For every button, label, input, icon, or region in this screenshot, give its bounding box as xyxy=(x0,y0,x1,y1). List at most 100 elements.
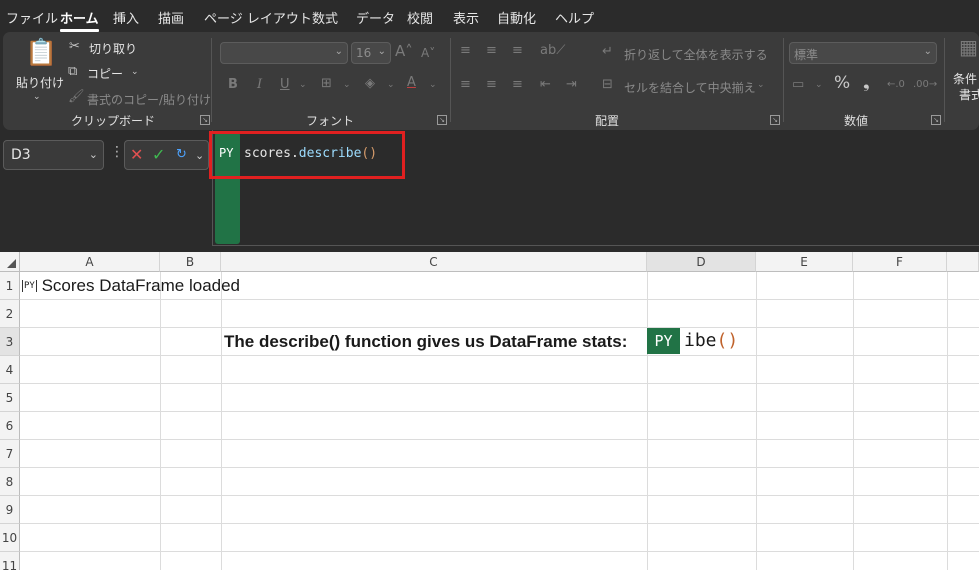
name-box[interactable]: D3 ⌄ xyxy=(3,140,104,170)
python-output-icon[interactable]: ↻ xyxy=(176,147,187,162)
row-header-11[interactable]: 11 xyxy=(0,552,20,570)
font-dialog-launcher-icon[interactable]: ↘ xyxy=(437,115,447,125)
font-name-combo[interactable]: ⌄ xyxy=(220,42,348,64)
row-header-8[interactable]: 8 xyxy=(0,468,20,496)
conditional-formatting-label-2[interactable]: 書式 xyxy=(959,86,979,103)
row-header-2[interactable]: 2 xyxy=(0,300,20,328)
borders-chevron-icon[interactable]: ⌄ xyxy=(343,78,351,92)
row-header-3[interactable]: 3 xyxy=(0,328,20,356)
python-cell-icon: PY xyxy=(22,280,37,292)
copy-button[interactable]: コピー xyxy=(87,65,123,82)
fill-chevron-icon[interactable]: ⌄ xyxy=(387,78,395,92)
decrease-indent-icon[interactable]: ⇤ xyxy=(540,78,551,92)
tab-review[interactable]: 校閲 xyxy=(407,8,433,27)
decrease-decimal-icon[interactable]: .00→ xyxy=(913,78,937,92)
tab-insert[interactable]: 挿入 xyxy=(113,8,139,27)
merge-chevron-icon[interactable]: ⌄ xyxy=(757,78,765,92)
paste-button[interactable]: 貼り付け xyxy=(16,74,64,91)
row-header-9[interactable]: 9 xyxy=(0,496,20,524)
cell-d3-text: ibe xyxy=(684,330,717,351)
cell-d3-edit-text[interactable]: ibe() xyxy=(684,330,738,351)
orientation-icon[interactable]: ab⟋ xyxy=(540,44,565,58)
merge-center-button[interactable]: セルを結合して中央揃え xyxy=(624,79,756,96)
number-format-value: 標準 xyxy=(794,48,819,62)
font-size-combo[interactable]: 16 ⌄ xyxy=(351,42,391,64)
underline-button[interactable]: U xyxy=(280,78,290,92)
group-divider xyxy=(450,38,451,122)
column-header-f[interactable]: F xyxy=(853,252,947,272)
copy-chevron-icon[interactable]: ⌄ xyxy=(131,65,139,79)
comma-button[interactable]: ❟ xyxy=(863,75,870,92)
format-painter-button[interactable]: 書式のコピー/貼り付け xyxy=(87,91,211,108)
cell-a1-text: Scores DataFrame loaded xyxy=(41,276,241,295)
cut-button[interactable]: 切り取り xyxy=(89,40,137,57)
column-header-c[interactable]: C xyxy=(221,252,647,272)
align-center-icon[interactable]: ≡ xyxy=(486,78,497,92)
alignment-dialog-launcher-icon[interactable]: ↘ xyxy=(770,115,780,125)
column-header-g[interactable] xyxy=(947,252,979,272)
ribbon: 📋 貼り付け ⌄ ✂ 切り取り ⧉ コピー ⌄ 🖌 書式のコピー/貼り付け クリ… xyxy=(3,32,979,130)
row-header-5[interactable]: 5 xyxy=(0,384,20,412)
tab-home[interactable]: ホーム xyxy=(60,8,99,32)
currency-icon[interactable]: ▭ xyxy=(792,78,804,92)
tab-automate[interactable]: 自動化 xyxy=(497,8,536,27)
increase-font-icon[interactable]: A˄ xyxy=(395,44,413,59)
enter-icon[interactable]: ✓ xyxy=(152,145,165,164)
align-left-icon[interactable]: ≡ xyxy=(460,78,471,92)
tab-view[interactable]: 表示 xyxy=(453,8,479,27)
italic-button[interactable]: I xyxy=(257,78,262,92)
borders-icon[interactable]: ⊞ xyxy=(321,77,332,91)
clipboard-dialog-launcher-icon[interactable]: ↘ xyxy=(200,115,210,125)
tab-draw[interactable]: 描画 xyxy=(158,8,184,27)
conditional-formatting-label-1[interactable]: 条件 xyxy=(953,70,977,87)
fill-color-icon[interactable]: ◈ xyxy=(365,77,375,91)
cell-a1[interactable]: PY Scores DataFrame loaded xyxy=(22,276,240,296)
align-right-icon[interactable]: ≡ xyxy=(512,78,523,92)
cancel-icon[interactable]: ✕ xyxy=(130,145,143,164)
percent-button[interactable]: % xyxy=(834,75,850,92)
number-dialog-launcher-icon[interactable]: ↘ xyxy=(931,115,941,125)
group-divider xyxy=(211,38,212,122)
tab-formulas[interactable]: 数式 xyxy=(312,8,338,27)
row-header-1[interactable]: 1 xyxy=(0,272,20,300)
tab-data[interactable]: データ xyxy=(356,8,395,27)
select-all-corner[interactable] xyxy=(0,252,20,272)
column-header-e[interactable]: E xyxy=(756,252,853,272)
row-header-10[interactable]: 10 xyxy=(0,524,20,552)
row-header-4[interactable]: 4 xyxy=(0,356,20,384)
column-header-a[interactable]: A xyxy=(20,252,160,272)
column-header-d[interactable]: D xyxy=(647,252,756,272)
font-color-icon[interactable]: A xyxy=(407,76,416,90)
cell-d3-python-badge: PY xyxy=(647,328,680,354)
paste-icon[interactable]: 📋 xyxy=(25,38,57,68)
decrease-font-icon[interactable]: A˅ xyxy=(421,46,435,60)
worksheet-grid[interactable]: A B C D E F 1 2 3 4 5 6 7 8 9 10 11 PY S… xyxy=(0,252,979,570)
chevron-down-icon[interactable]: ⌄ xyxy=(195,149,204,162)
column-header-b[interactable]: B xyxy=(160,252,221,272)
align-top-icon[interactable]: ≡ xyxy=(460,44,471,58)
tab-file[interactable]: ファイル xyxy=(6,8,58,27)
highlight-box xyxy=(209,131,405,179)
more-options-icon[interactable]: ⋮ xyxy=(110,144,124,160)
bold-button[interactable]: B xyxy=(228,78,238,92)
cell-c3[interactable]: The describe() function gives us DataFra… xyxy=(224,332,627,352)
underline-chevron-icon[interactable]: ⌄ xyxy=(299,78,307,92)
font-size-value: 16 xyxy=(356,46,372,60)
increase-indent-icon[interactable]: ⇥ xyxy=(566,78,577,92)
tab-help[interactable]: ヘルプ xyxy=(555,8,594,27)
number-format-combo[interactable]: 標準 ⌄ xyxy=(789,42,937,64)
tab-page-layout[interactable]: ページ レイアウト xyxy=(204,8,312,27)
increase-decimal-icon[interactable]: ←.0 xyxy=(887,78,905,92)
font-color-chevron-icon[interactable]: ⌄ xyxy=(429,78,437,92)
align-middle-icon[interactable]: ≡ xyxy=(486,44,497,58)
wrap-text-icon: ↵ xyxy=(602,44,613,59)
currency-chevron-icon[interactable]: ⌄ xyxy=(815,78,823,92)
gridline xyxy=(20,299,979,300)
align-bottom-icon[interactable]: ≡ xyxy=(512,44,523,58)
paste-chevron-icon[interactable]: ⌄ xyxy=(33,90,41,104)
chevron-down-icon: ⌄ xyxy=(334,46,343,57)
wrap-text-button[interactable]: 折り返して全体を表示する xyxy=(624,46,768,63)
conditional-formatting-icon[interactable]: ▦ xyxy=(959,37,978,57)
row-header-6[interactable]: 6 xyxy=(0,412,20,440)
row-header-7[interactable]: 7 xyxy=(0,440,20,468)
